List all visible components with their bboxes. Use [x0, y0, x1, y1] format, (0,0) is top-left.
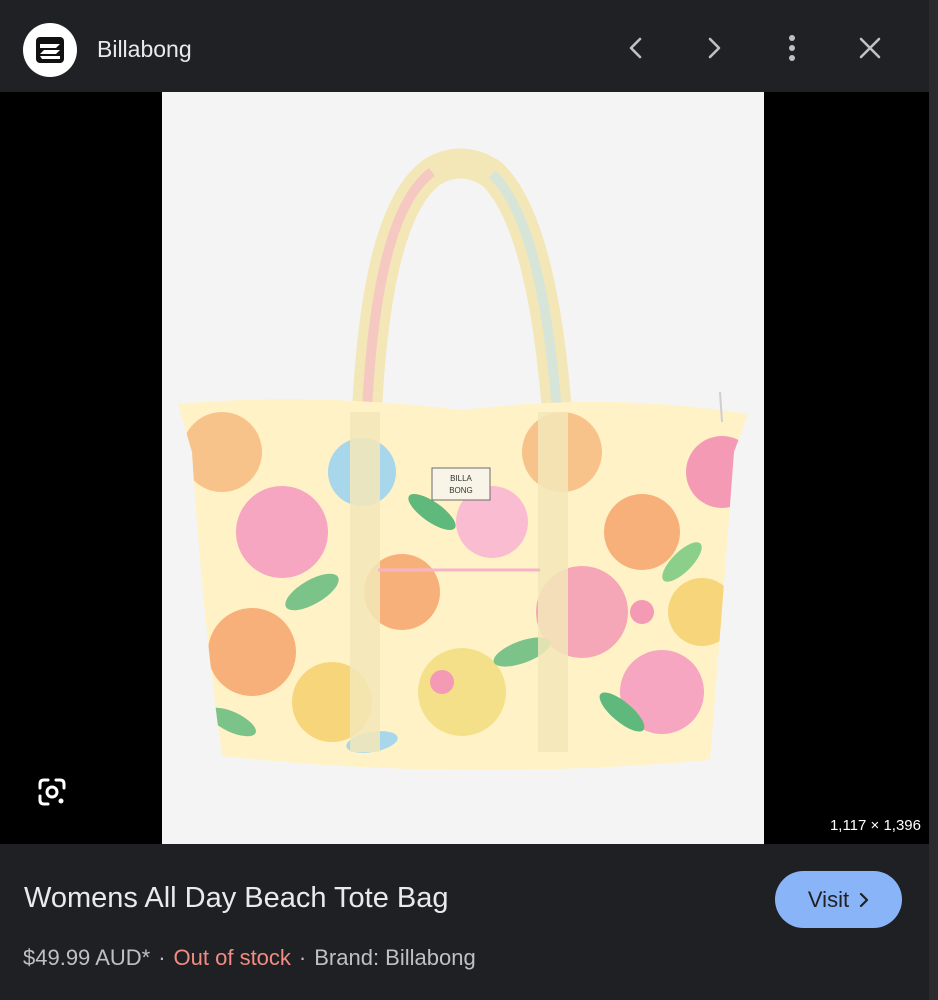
tote-bag-illustration: BILLA BONG	[178, 148, 748, 771]
close-icon	[859, 37, 881, 59]
google-lens-button[interactable]	[30, 770, 74, 814]
product-brand: Brand: Billabong	[314, 945, 476, 970]
chevron-left-icon	[629, 37, 642, 59]
brand-patch-line1: BILLA	[450, 474, 472, 483]
more-options-button[interactable]	[772, 28, 812, 68]
chevron-right-icon	[708, 37, 721, 59]
product-meta: $49.99 AUD* · Out of stock · Brand: Billabon…	[23, 945, 476, 971]
chevron-right-icon	[859, 892, 869, 907]
meta-separator: ·	[158, 945, 166, 970]
stock-status: Out of stock	[173, 945, 291, 970]
product-image[interactable]: BILLA BONG	[162, 92, 764, 844]
image-dimensions: 1,117 × 1,396	[829, 817, 921, 834]
close-button[interactable]	[850, 28, 890, 68]
previous-button[interactable]	[616, 28, 656, 68]
next-button[interactable]	[694, 28, 734, 68]
more-vert-icon	[789, 35, 795, 61]
product-price: $49.99 AUD*	[23, 945, 151, 970]
google-lens-icon	[38, 778, 66, 806]
brand-patch-line2: BONG	[449, 486, 473, 495]
image-viewer: BILLA BONG 1,117 × 1,396	[0, 92, 929, 844]
visit-button[interactable]: Visit	[775, 871, 902, 928]
viewer-header: Billabong	[0, 0, 938, 92]
site-name[interactable]: Billabong	[97, 36, 192, 63]
billabong-logo-icon[interactable]	[23, 23, 77, 77]
visit-label: Visit	[807, 886, 850, 912]
product-title[interactable]: Womens All Day Beach Tote Bag	[24, 882, 449, 915]
meta-separator: ·	[298, 945, 307, 970]
scrollbar[interactable]	[929, 0, 938, 1000]
